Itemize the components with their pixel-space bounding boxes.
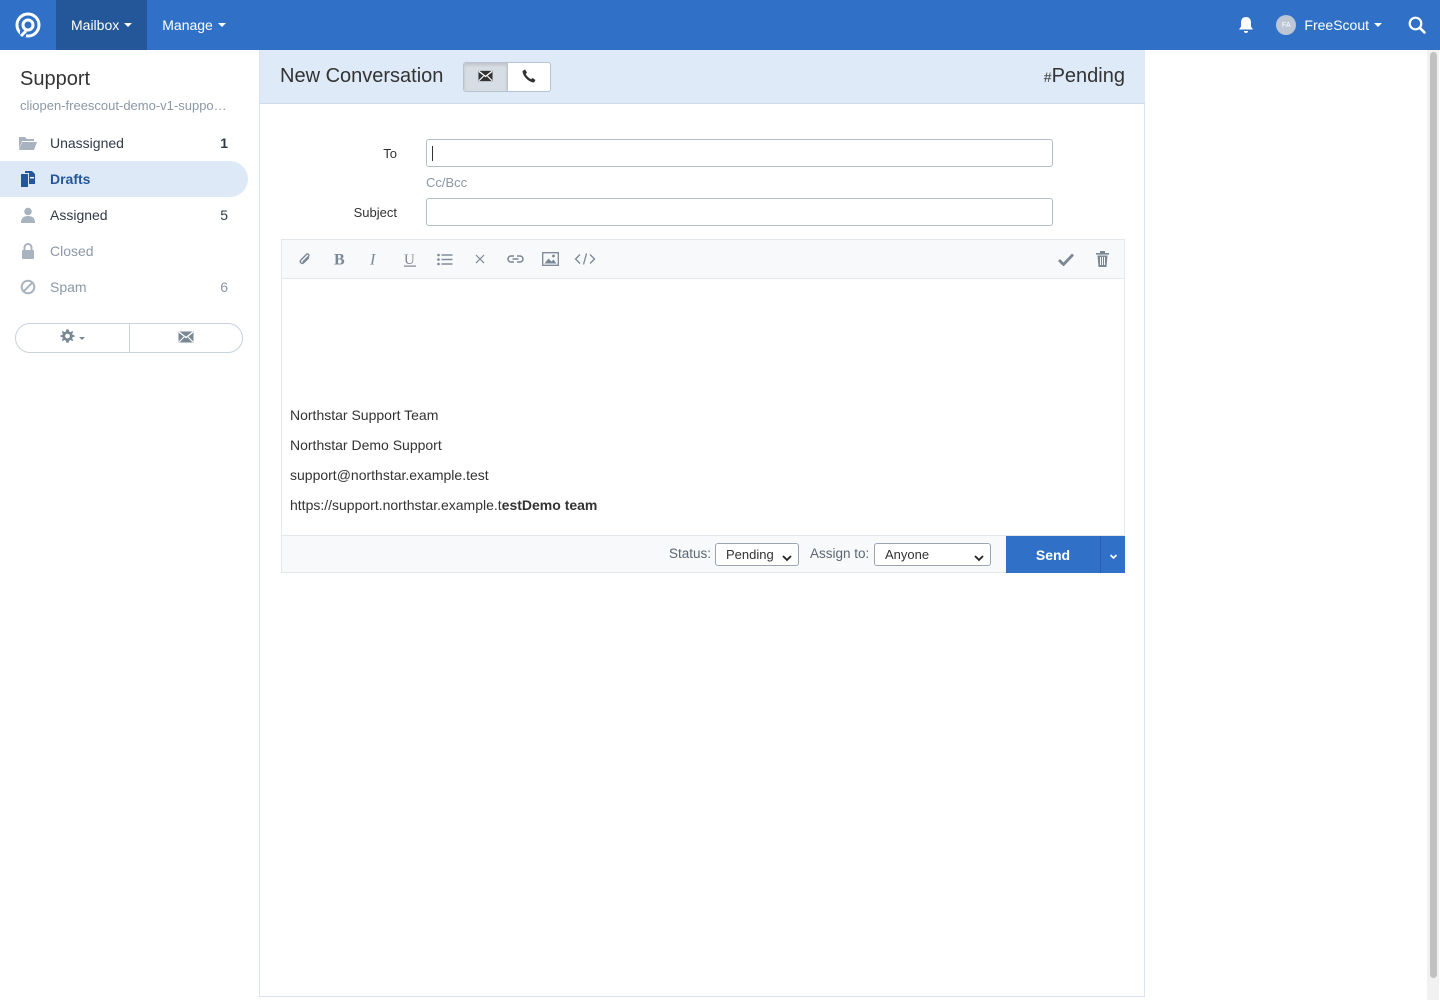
scrollbar-thumb[interactable] [1430,52,1437,978]
checkmark-icon[interactable] [1053,248,1079,270]
chevron-down-icon [78,336,85,340]
folder-spam[interactable]: Spam 6 [0,269,248,305]
assign-select[interactable]: Anyone [874,543,991,566]
phone-icon [522,69,536,86]
drafts-icon [18,170,38,188]
code-view-icon[interactable] [572,248,598,270]
new-conversation-button[interactable] [128,324,243,352]
cc-bcc-link[interactable]: Cc/Bcc [426,175,467,190]
mailbox-menu-label: Mailbox [71,17,120,33]
chevron-down-icon [124,23,133,27]
folder-label: Closed [50,243,94,259]
folder-closed[interactable]: Closed [0,233,248,269]
mailbox-email: cliopen-freescout-demo-v1-support@exampl… [20,98,230,113]
email-type-button[interactable] [464,63,507,91]
text-cursor [432,146,433,161]
send-options-button[interactable] [1100,536,1125,573]
clear-format-icon[interactable] [467,248,493,270]
trash-icon[interactable] [1089,248,1115,270]
mailbox-settings-button[interactable] [16,324,129,352]
attach-icon[interactable] [292,248,318,270]
status-badge: #Pending [1044,65,1125,88]
bullet-list-icon[interactable] [432,248,458,270]
top-navbar: Mailbox Manage FA FreeScout [0,0,1440,50]
status-select-value: Pending [726,547,774,562]
conversation-type-toggle [463,62,551,92]
manage-menu-label: Manage [162,17,213,33]
folder-label: Spam [50,279,87,295]
mailbox-name: Support [20,68,91,90]
conversation-panel: New Conversation #Pending To Cc/Bcc Subj… [259,50,1145,997]
lock-icon [18,242,38,260]
avatar: FA [1276,15,1297,35]
gear-icon [60,329,75,347]
status-label: Pending [1051,65,1125,87]
mailbox-sidebar: Support cliopen-freescout-demo-v1-suppor… [0,50,259,1000]
subject-label: Subject [353,205,397,220]
page-scrollbar[interactable] [1427,50,1439,1000]
bold-icon[interactable]: B [327,248,353,270]
folder-label: Assigned [50,207,108,223]
user-menu[interactable]: FA FreeScout [1272,0,1394,50]
ban-icon [18,278,38,296]
chevron-down-icon [782,550,792,565]
page-title: New Conversation [280,65,444,87]
editor-toolbar: B I U [282,240,1124,279]
status-select[interactable]: Pending [715,543,799,566]
underline-icon[interactable]: U [397,248,423,270]
conversation-header: New Conversation #Pending [260,50,1145,104]
signature-line-4: https://support.northstar.example.testDe… [290,497,597,513]
svg-text:U: U [404,252,415,267]
message-editor[interactable]: B I U Northstar Support Team Northstar D… [281,239,1125,573]
folder-open-icon [18,134,38,152]
folder-drafts[interactable]: Drafts [0,161,248,197]
mailbox-menu[interactable]: Mailbox [56,0,148,50]
folder-count: 1 [220,135,228,151]
folder-assigned[interactable]: Assigned 5 [0,197,248,233]
signature-line-2: Northstar Demo Support [290,437,442,453]
folder-unassigned[interactable]: Unassigned 1 [0,125,248,161]
italic-icon[interactable]: I [362,248,388,270]
folder-count: 5 [220,207,228,223]
chevron-down-icon [1374,23,1382,27]
folder-count: 6 [220,279,228,295]
signature-line-1: Northstar Support Team [290,407,439,423]
assign-select-value: Anyone [885,547,930,562]
to-label: To [383,146,397,161]
assign-select-label: Assign to: [810,546,870,561]
image-icon[interactable] [537,248,563,270]
user-name: FreeScout [1304,17,1369,33]
subject-input[interactable] [426,198,1053,226]
signature-url: https://support.northstar.example.t [290,497,502,513]
user-icon [18,206,38,224]
notifications-bell-icon[interactable] [1220,0,1272,50]
chevron-down-icon [217,23,226,27]
envelope-icon [478,69,493,85]
chevron-down-icon [974,550,984,565]
signature-bold: estDemo team [501,497,598,513]
folder-label: Unassigned [50,135,124,151]
phone-type-button[interactable] [506,63,551,91]
svg-text:I: I [369,252,376,266]
search-icon[interactable] [1394,0,1440,50]
status-select-label: Status: [669,546,712,561]
manage-menu[interactable]: Manage [147,0,241,50]
folder-label: Drafts [50,171,91,187]
mailbox-actions [15,323,243,353]
signature-line-3: support@northstar.example.test [290,467,489,483]
freescout-logo-icon[interactable] [0,0,56,50]
chevron-down-icon [1109,547,1118,563]
send-button[interactable]: Send [1006,536,1100,573]
send-bar: Status: Pending Assign to: Anyone Send [282,535,1125,573]
to-input[interactable] [426,139,1053,167]
status-hash: # [1043,69,1052,85]
envelope-icon [178,330,194,346]
svg-text:B: B [334,252,345,266]
link-icon[interactable] [502,248,528,270]
